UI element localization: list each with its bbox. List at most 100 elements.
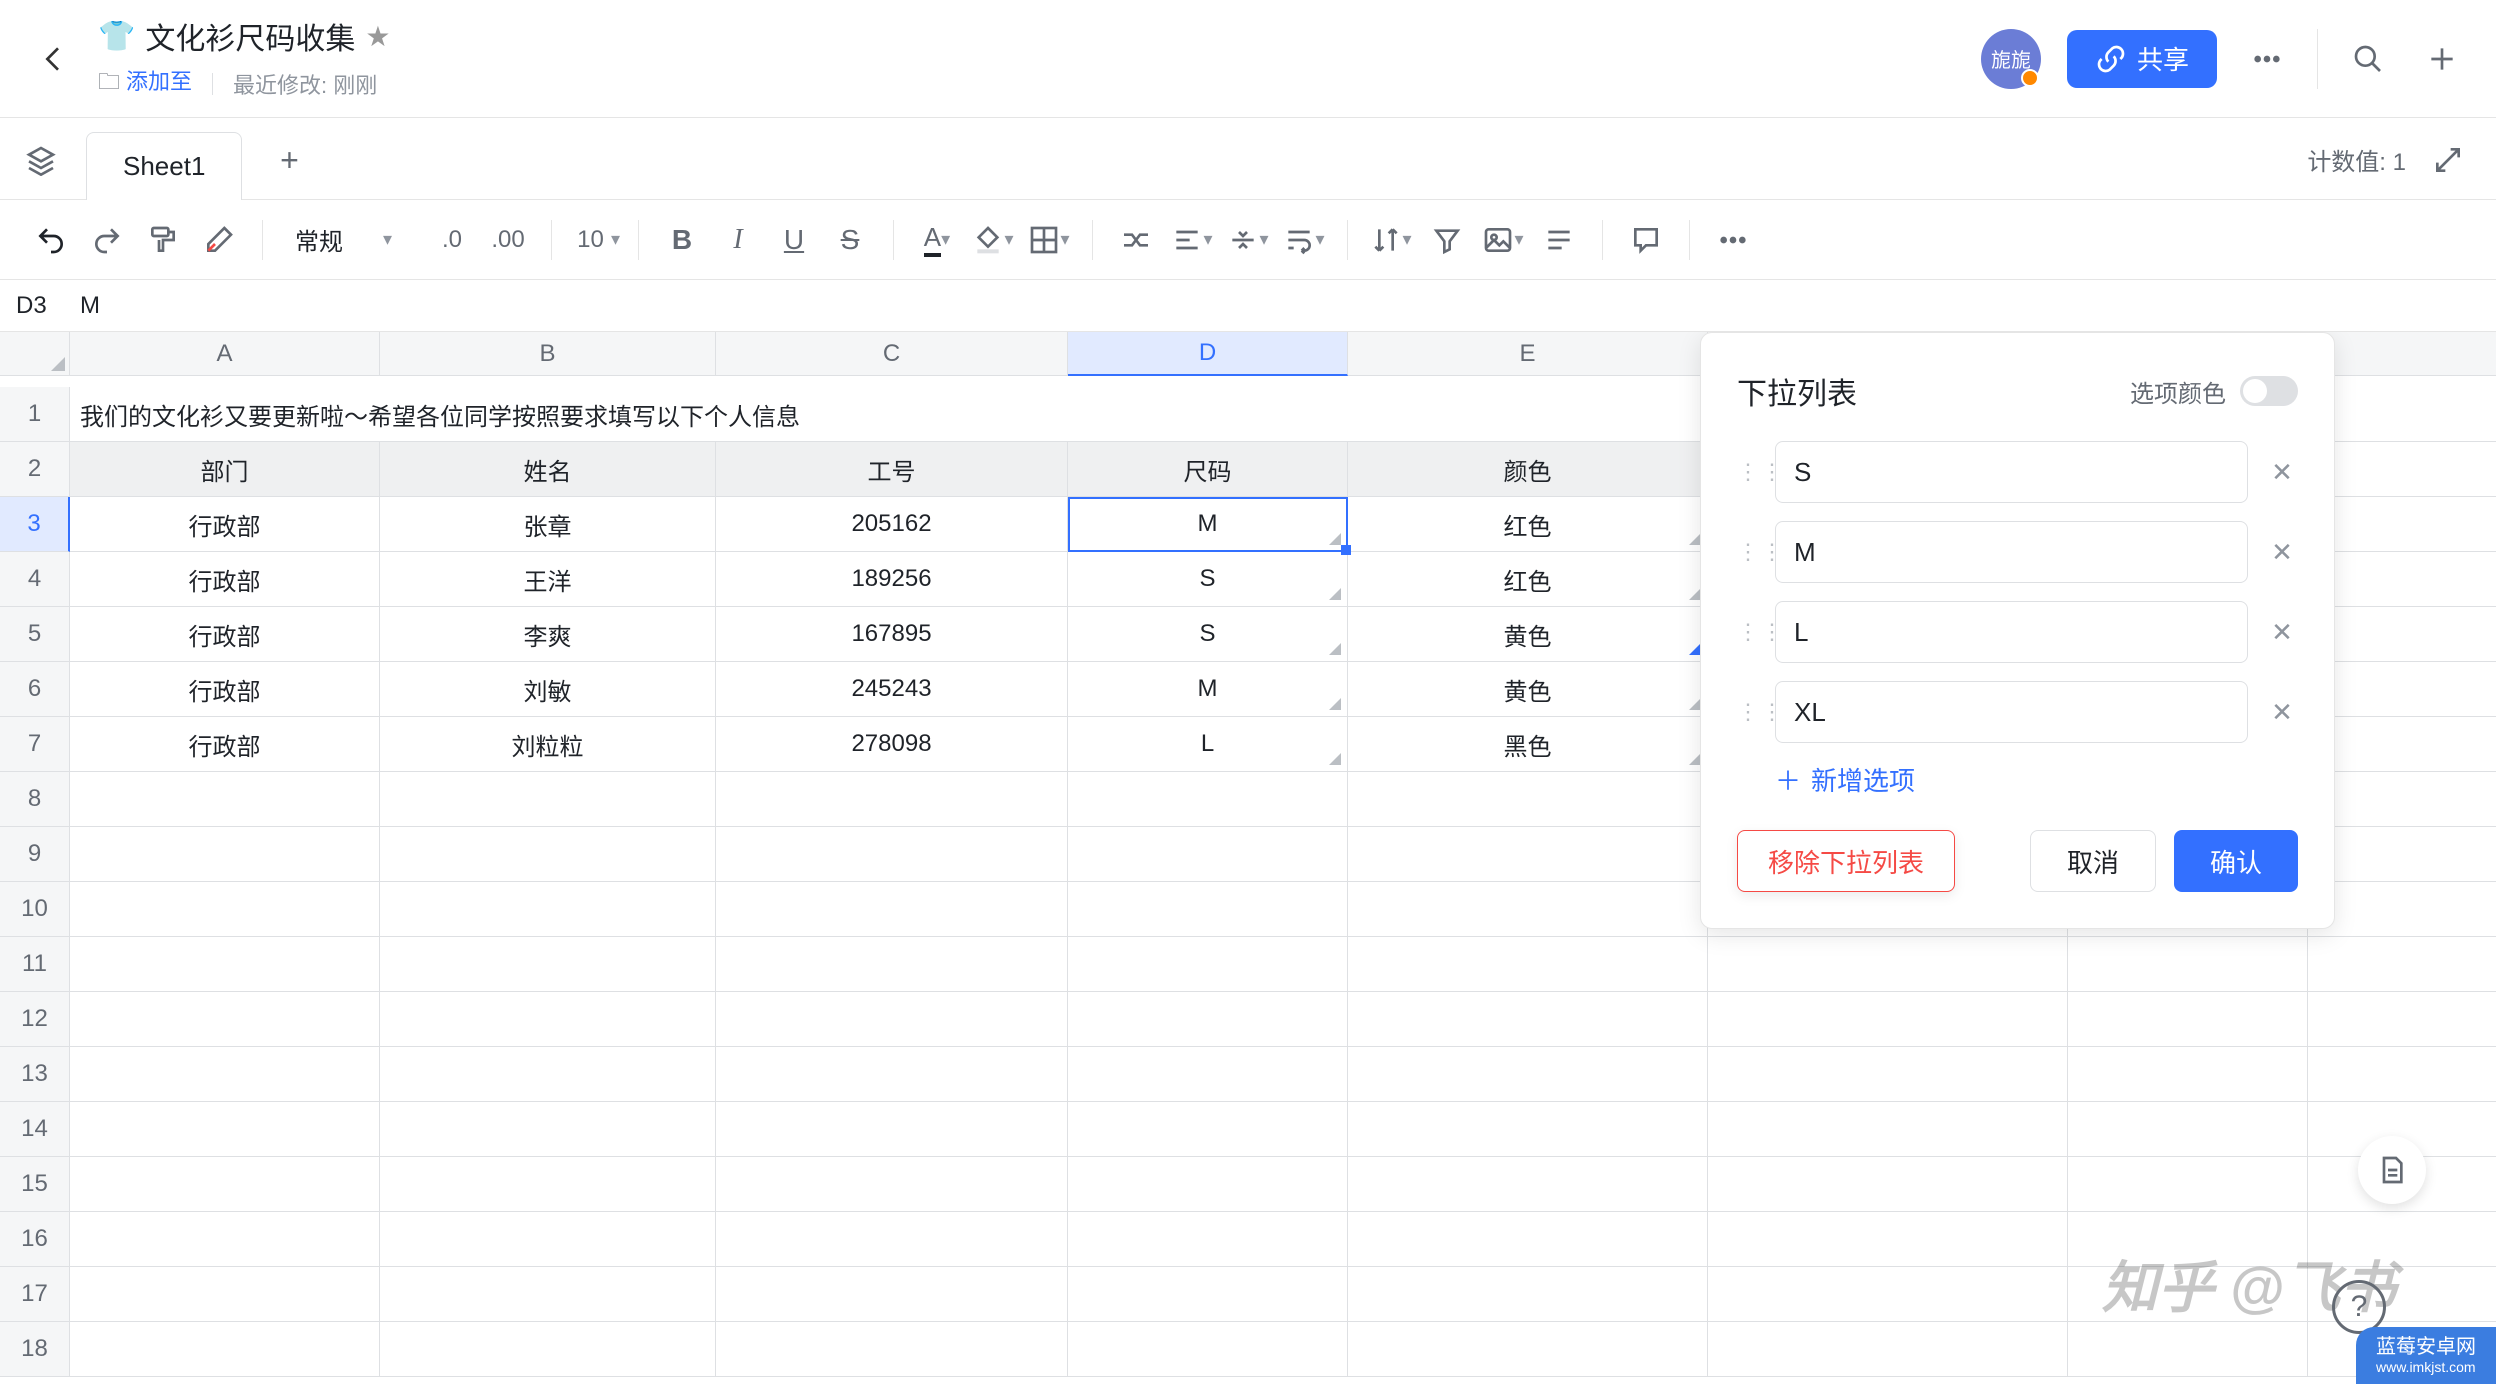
cell[interactable] — [70, 882, 380, 937]
cell[interactable] — [70, 937, 380, 992]
cell[interactable] — [716, 1267, 1068, 1322]
cell[interactable] — [2308, 772, 2496, 827]
floating-doc-button[interactable] — [2358, 1136, 2426, 1204]
option-input[interactable] — [1775, 601, 2248, 663]
cell[interactable] — [70, 992, 380, 1047]
back-button[interactable] — [30, 35, 78, 83]
banner-cell[interactable]: 我们的文化衫又要更新啦～希望各位同学按照要求填写以下个人信息 — [70, 387, 1708, 442]
undo-button[interactable] — [26, 215, 76, 265]
cell[interactable] — [1348, 1157, 1708, 1212]
strikethrough-button[interactable]: S — [825, 215, 875, 265]
cancel-button[interactable]: 取消 — [2030, 830, 2156, 892]
select-all-corner[interactable] — [0, 332, 70, 376]
header-cell[interactable]: 颜色 — [1348, 442, 1708, 497]
cell[interactable] — [2308, 387, 2496, 442]
cell[interactable] — [2068, 1157, 2308, 1212]
cell[interactable] — [716, 827, 1068, 882]
cell[interactable]: 王洋 — [380, 552, 716, 607]
help-button[interactable]: ? — [2332, 1280, 2386, 1334]
row-header[interactable]: 6 — [0, 662, 70, 717]
cell[interactable] — [70, 1322, 380, 1377]
cell[interactable]: 刘敏 — [380, 662, 716, 717]
cell[interactable] — [380, 992, 716, 1047]
cell[interactable] — [2068, 937, 2308, 992]
cell[interactable] — [1708, 1322, 2068, 1377]
switch[interactable] — [2240, 376, 2298, 406]
cell[interactable] — [1708, 1267, 2068, 1322]
doc-title[interactable]: 文化衫尺码收集 — [145, 14, 355, 58]
cell[interactable] — [70, 1212, 380, 1267]
header-cell[interactable]: 部门 — [70, 442, 380, 497]
cell[interactable]: 167895 — [716, 607, 1068, 662]
comment-button[interactable] — [1621, 215, 1671, 265]
cell[interactable] — [716, 1102, 1068, 1157]
tab-sheet1[interactable]: Sheet1 — [86, 132, 242, 200]
dropdown-indicator-icon[interactable] — [1329, 753, 1341, 765]
cell[interactable] — [1708, 1212, 2068, 1267]
remove-dropdown-button[interactable]: 移除下拉列表 — [1737, 830, 1955, 892]
row-header[interactable]: 7 — [0, 717, 70, 772]
cell[interactable] — [716, 1157, 1068, 1212]
cell[interactable] — [2308, 662, 2496, 717]
align-h-button[interactable]: ▾ — [1167, 215, 1217, 265]
cell[interactable] — [1348, 882, 1708, 937]
cell[interactable] — [2068, 1102, 2308, 1157]
cell[interactable] — [1348, 992, 1708, 1047]
row-header[interactable]: 5 — [0, 607, 70, 662]
col-header[interactable]: B — [380, 332, 716, 376]
cell[interactable] — [380, 882, 716, 937]
cell[interactable] — [716, 937, 1068, 992]
row-header[interactable]: 1 — [0, 387, 70, 442]
dropdown-indicator-icon[interactable] — [1329, 533, 1341, 545]
delete-option-button[interactable]: ✕ — [2266, 536, 2298, 568]
cell[interactable] — [1068, 772, 1348, 827]
cell[interactable] — [2308, 882, 2496, 937]
cell[interactable] — [380, 1212, 716, 1267]
col-header[interactable]: C — [716, 332, 1068, 376]
cell[interactable] — [2308, 937, 2496, 992]
add-to-link[interactable]: 🗀添加至 — [98, 64, 192, 103]
row-header[interactable]: 18 — [0, 1322, 70, 1377]
cell[interactable] — [716, 1322, 1068, 1377]
cell[interactable] — [2068, 1322, 2308, 1377]
clear-format-button[interactable] — [194, 215, 244, 265]
row-header[interactable]: 11 — [0, 937, 70, 992]
dropdown-indicator-icon[interactable] — [1329, 643, 1341, 655]
delete-option-button[interactable]: ✕ — [2266, 616, 2298, 648]
option-input[interactable] — [1775, 681, 2248, 743]
cell[interactable]: 245243 — [716, 662, 1068, 717]
cell[interactable]: 黄色 — [1348, 662, 1708, 717]
dropdown-button[interactable] — [1534, 215, 1584, 265]
cell[interactable] — [1068, 882, 1348, 937]
increase-decimal-button[interactable]: .00 — [483, 215, 533, 265]
cell[interactable]: 189256 — [716, 552, 1068, 607]
cell[interactable] — [380, 827, 716, 882]
cell[interactable] — [1708, 1157, 2068, 1212]
cell[interactable]: 黑色 — [1348, 717, 1708, 772]
row-header[interactable]: 15 — [0, 1157, 70, 1212]
cell[interactable] — [1068, 992, 1348, 1047]
cell[interactable]: 行政部 — [70, 607, 380, 662]
cell[interactable] — [1068, 1102, 1348, 1157]
cell[interactable]: 黄色 — [1348, 607, 1708, 662]
cell[interactable] — [70, 827, 380, 882]
cell[interactable] — [2308, 497, 2496, 552]
cell[interactable]: 张章 — [380, 497, 716, 552]
cell[interactable] — [380, 1047, 716, 1102]
cell-value[interactable]: M — [70, 292, 100, 320]
cell[interactable]: L — [1068, 717, 1348, 772]
cell[interactable] — [2068, 1047, 2308, 1102]
cell[interactable] — [2308, 717, 2496, 772]
col-header[interactable]: A — [70, 332, 380, 376]
drag-handle-icon[interactable]: ⋮⋮ — [1737, 468, 1757, 476]
cell[interactable]: S — [1068, 607, 1348, 662]
drag-handle-icon[interactable]: ⋮⋮ — [1737, 548, 1757, 556]
cell[interactable] — [2308, 552, 2496, 607]
cell[interactable] — [1348, 1102, 1708, 1157]
row-header[interactable]: 13 — [0, 1047, 70, 1102]
dropdown-indicator-icon[interactable] — [1329, 698, 1341, 710]
cell[interactable] — [1068, 1047, 1348, 1102]
cell-reference[interactable]: D3 — [0, 292, 70, 320]
star-icon[interactable]: ★ — [365, 20, 390, 53]
cell[interactable] — [1068, 1157, 1348, 1212]
